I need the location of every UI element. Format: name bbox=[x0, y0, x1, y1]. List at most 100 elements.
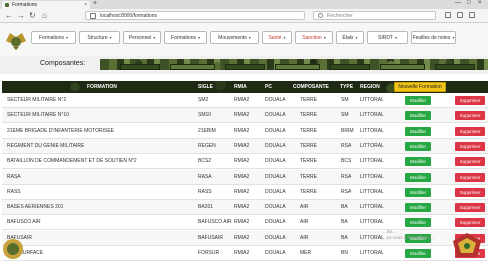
activation-watermark: ...fwi... ...ez-vous à Paramètres... bbox=[383, 229, 435, 241]
cell-type: SM bbox=[341, 97, 349, 103]
cell-sigle: BCS2 bbox=[198, 158, 212, 165]
cell-formation: RÉGIMENT DU GÉNIE MILITAIRE bbox=[7, 142, 85, 149]
cell-composante: AIR bbox=[300, 219, 309, 226]
cell-pc: DOUALA bbox=[265, 127, 286, 134]
cell-composante: TERRE bbox=[300, 127, 317, 134]
delete-button[interactable]: Supprimer bbox=[455, 157, 485, 167]
tab-title: Formations bbox=[12, 2, 38, 8]
cell-region: LITTORAL bbox=[360, 204, 384, 211]
delete-button[interactable]: Supprimer bbox=[455, 141, 485, 151]
menu-dropdown[interactable]: Feuilles de notes ▾ bbox=[411, 31, 456, 44]
composante-item[interactable] bbox=[225, 64, 265, 70]
composante-item[interactable] bbox=[330, 64, 370, 70]
home-button[interactable]: ⌂ bbox=[42, 11, 47, 20]
bookmarks-icon[interactable] bbox=[445, 12, 451, 18]
table-row: BASES AÉRIENNES 201 BA201 RMIA2 DOUALA AIR BA… bbox=[2, 200, 488, 216]
menu-dropdown[interactable]: Structure ▾ bbox=[79, 31, 120, 44]
modify-button[interactable]: Modifier bbox=[405, 249, 431, 258]
tab-close-icon[interactable]: × bbox=[84, 2, 87, 8]
menu-label: Formations bbox=[170, 34, 196, 41]
composante-item[interactable] bbox=[120, 64, 160, 70]
delete-button[interactable]: Supprimer bbox=[455, 203, 485, 213]
modify-button[interactable]: Modifier bbox=[405, 218, 431, 228]
url-text: localhost:8000/formations bbox=[100, 12, 157, 19]
cell-region: LITTORAL bbox=[360, 188, 384, 195]
browser-tab[interactable]: Formations × bbox=[2, 1, 90, 9]
cell-composante: TERRE bbox=[300, 112, 317, 119]
cell-composante: TERRE bbox=[300, 188, 317, 195]
downloads-icon[interactable] bbox=[457, 12, 463, 18]
maximize-button[interactable]: □ bbox=[467, 0, 471, 6]
cell-type: BCS bbox=[341, 158, 352, 165]
menu-dropdown[interactable]: Étals ▾ bbox=[336, 31, 364, 44]
back-button[interactable]: ← bbox=[5, 11, 13, 20]
new-tab-button[interactable]: + bbox=[93, 0, 97, 7]
menu-dropdown[interactable]: Sanction ▾ bbox=[295, 31, 333, 44]
modify-button[interactable]: Modifier bbox=[405, 96, 431, 105]
seal-emblem-icon bbox=[3, 239, 23, 259]
cell-composante: TERRE bbox=[300, 158, 317, 165]
chevron-down-icon: ▾ bbox=[109, 35, 112, 40]
composante-item[interactable] bbox=[275, 64, 320, 70]
menu-dropdown[interactable]: SIRDT ▾ bbox=[367, 31, 408, 44]
modify-button[interactable]: Modifier bbox=[405, 157, 431, 167]
cell-sigle: BA201 bbox=[198, 204, 214, 211]
composante-item[interactable] bbox=[380, 64, 425, 70]
cell-rmia: RMIA2 bbox=[234, 127, 250, 134]
col-region: REGION bbox=[360, 84, 380, 90]
cell-sigle: RASS bbox=[198, 188, 212, 195]
cell-sigle: BAFUSAIR bbox=[198, 234, 224, 241]
table-row: SECTEUR MILITAIRE N°2 SM2 RMIA2 DOUALA TERRE… bbox=[2, 93, 488, 108]
modify-button[interactable]: Modifier bbox=[405, 187, 431, 197]
delete-button[interactable]: Supprimer bbox=[455, 187, 485, 197]
menu-dropdown[interactable]: Mouvements ▾ bbox=[210, 31, 259, 44]
cell-rmia: RMIA2 bbox=[234, 112, 250, 119]
menu-icon[interactable] bbox=[469, 12, 475, 18]
cell-rmia: RMIA2 bbox=[234, 234, 250, 241]
cell-rmia: RMIA2 bbox=[234, 188, 250, 195]
cell-pc: DOUALA bbox=[265, 219, 286, 226]
modify-button[interactable]: Modifier bbox=[405, 126, 431, 136]
col-type: TYPE bbox=[340, 84, 354, 90]
composantes-strip bbox=[100, 59, 488, 70]
menu-label: Santé bbox=[268, 34, 282, 41]
search-input[interactable]: Rechercher bbox=[313, 11, 436, 20]
chevron-down-icon: ▾ bbox=[323, 35, 326, 40]
forward-button[interactable]: → bbox=[17, 11, 25, 20]
modify-button[interactable]: Modifier bbox=[405, 172, 431, 182]
cell-type: RSA bbox=[341, 188, 352, 195]
browser-toolbar: ← → ↻ ⌂ localhost:8000/formations Recher… bbox=[0, 9, 488, 23]
cell-pc: DOUALA bbox=[265, 188, 286, 195]
composante-item[interactable] bbox=[170, 64, 215, 70]
menu-dropdown[interactable]: Formations ▾ bbox=[31, 31, 76, 44]
modify-button[interactable]: Modifier bbox=[405, 141, 431, 151]
minimize-button[interactable]: — bbox=[455, 0, 461, 6]
cell-formation: BASES AÉRIENNES 201 bbox=[7, 204, 64, 211]
menu-dropdown[interactable]: Formations ▾ bbox=[164, 31, 207, 44]
reload-button[interactable]: ↻ bbox=[29, 11, 36, 20]
delete-button[interactable]: Supprimer bbox=[455, 126, 485, 136]
menu-dropdown[interactable]: Personnel ▾ bbox=[123, 31, 161, 44]
cell-sigle: RASA bbox=[198, 173, 212, 180]
modify-button[interactable]: Modifier bbox=[405, 203, 431, 213]
modify-button[interactable]: Modifier bbox=[405, 111, 431, 121]
delete-button[interactable]: Supprimer bbox=[455, 218, 485, 228]
cell-type: BA bbox=[341, 219, 348, 226]
cell-region: LITTORAL bbox=[360, 234, 384, 241]
address-bar[interactable]: localhost:8000/formations bbox=[85, 11, 305, 20]
cell-composante: AIR bbox=[300, 234, 309, 241]
cell-type: BA bbox=[341, 204, 348, 211]
menu-dropdown[interactable]: Santé ▾ bbox=[262, 31, 292, 44]
delete-button[interactable]: Supprimer bbox=[455, 172, 485, 182]
watermark-line-2: ...ez-vous à Paramètres... bbox=[383, 235, 435, 240]
close-window-button[interactable]: × bbox=[478, 0, 482, 6]
col-pc: PC bbox=[265, 84, 272, 90]
new-formation-button[interactable]: Nouvelle Formation bbox=[394, 82, 446, 92]
cell-sigle: BAFUSCO AIR bbox=[198, 219, 232, 226]
cell-pc: DOUALA bbox=[265, 173, 286, 180]
delete-button[interactable]: Supprimer bbox=[455, 111, 485, 121]
cell-composante: AIR bbox=[300, 204, 309, 211]
composante-item[interactable] bbox=[435, 64, 475, 70]
delete-button[interactable]: Supprimer bbox=[455, 96, 485, 105]
cell-formation: RASS bbox=[7, 188, 21, 195]
